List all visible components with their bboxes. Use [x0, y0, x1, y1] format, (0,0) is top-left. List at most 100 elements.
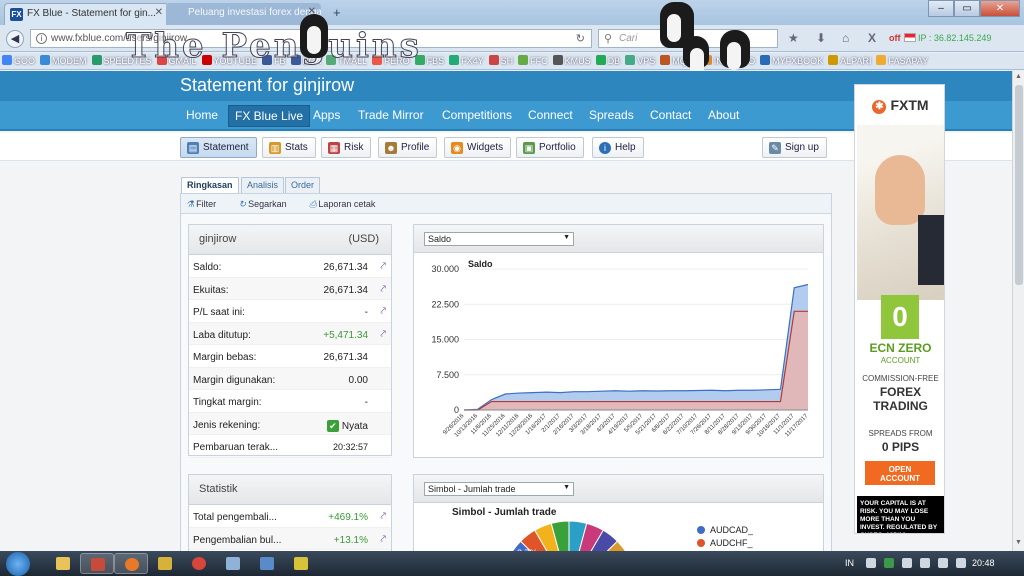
- trading-taskbar-icon[interactable]: [284, 553, 318, 574]
- profile-button[interactable]: ☻ Profile: [378, 137, 438, 158]
- close-tab-icon[interactable]: ✕: [308, 6, 316, 17]
- bookmark-item[interactable]: GMAIL: [156, 55, 197, 66]
- sign-up-button[interactable]: ✎ Sign up: [762, 137, 827, 158]
- language-indicator[interactable]: IN: [845, 558, 854, 568]
- power-icon[interactable]: [956, 558, 966, 568]
- explorer-taskbar-icon[interactable]: [46, 553, 80, 574]
- bookmark-item[interactable]: FB: [262, 55, 286, 66]
- portfolio-button[interactable]: ▣ Portfolio: [516, 137, 584, 158]
- print-report-button[interactable]: ⎙ Laporan cetak: [309, 199, 385, 209]
- bookmark-item[interactable]: FASAPAY: [876, 55, 928, 66]
- ad-spreads-text: SPREADS FROM: [868, 429, 933, 438]
- ad-account-text: ACCOUNT: [880, 356, 921, 365]
- refresh-button[interactable]: ↻ Segarkan: [239, 199, 297, 209]
- tab-order[interactable]: Order: [285, 177, 321, 193]
- minimize-icon[interactable]: –: [928, 0, 954, 17]
- nav-about[interactable]: About: [708, 108, 739, 122]
- tool-taskbar-icon[interactable]: [148, 553, 182, 574]
- home-icon[interactable]: ⌂: [842, 31, 849, 45]
- stats-button[interactable]: ▥ Stats: [262, 137, 316, 158]
- close-tab-icon[interactable]: ✕: [155, 7, 163, 18]
- bookmark-item[interactable]: FBS: [414, 55, 444, 66]
- browser-tab-peluang[interactable]: Peluang investasi forex dengan... ✕: [166, 3, 321, 25]
- statistic-row: Pengembalian bul... +13.1% ⤤: [189, 527, 391, 550]
- graph-icon[interactable]: ⤤: [380, 534, 386, 545]
- app-taskbar-icon[interactable]: [80, 553, 114, 574]
- network-icon[interactable]: [920, 558, 930, 568]
- chrome-taskbar-icon[interactable]: [182, 553, 216, 574]
- info-icon[interactable]: i: [36, 33, 47, 44]
- statement-button[interactable]: ▤ Statement: [180, 137, 257, 158]
- url-bar[interactable]: i www.fxblue.com/users/ginjirow ↻: [30, 29, 592, 48]
- bookmark-item[interactable]: KMUS: [552, 55, 591, 66]
- bookmark-favicon-icon: [552, 55, 563, 65]
- row-label: Jenis rekening:: [193, 419, 261, 431]
- nav-competitions[interactable]: Competitions: [442, 108, 512, 122]
- scroll-up-icon[interactable]: ▲: [1015, 73, 1022, 80]
- flag-icon[interactable]: [938, 558, 948, 568]
- nav-contact[interactable]: Contact: [650, 108, 691, 122]
- graph-icon[interactable]: ⤤: [380, 306, 386, 317]
- risk-button[interactable]: ▦ Risk: [321, 137, 372, 158]
- statement-toolbar: ⚗ Filter ↻ Segarkan ⎙ Laporan cetak: [181, 194, 831, 214]
- files-taskbar-icon[interactable]: [216, 553, 250, 574]
- new-tab-icon[interactable]: +: [333, 5, 341, 20]
- graph-icon[interactable]: ⤤: [380, 329, 386, 340]
- start-button[interactable]: [6, 552, 30, 576]
- network-taskbar-icon[interactable]: [250, 553, 284, 574]
- page-scrollbar[interactable]: ▲ ▼: [1012, 71, 1024, 551]
- tab-analisis[interactable]: Analisis: [241, 177, 285, 193]
- fxtm-ad[interactable]: ✱ FXTM 0 ECN ZERO ACCOUNT COMMISSION-FREE…: [854, 84, 945, 534]
- nav-trade-mirror[interactable]: Trade Mirror: [358, 108, 424, 122]
- scrollbar-thumb[interactable]: [1015, 85, 1023, 285]
- bookmark-item[interactable]: DB: [595, 55, 620, 66]
- bookmark-item[interactable]: SH: [488, 55, 513, 66]
- volume-icon[interactable]: [902, 558, 912, 568]
- browser-tab-fxblue[interactable]: FX FX Blue - Statement for gin... ✕: [4, 3, 169, 25]
- chart-type-select[interactable]: Saldo ▼: [424, 232, 574, 246]
- scroll-down-icon[interactable]: ▼: [1015, 539, 1022, 546]
- graph-icon[interactable]: ⤤: [380, 261, 386, 272]
- nav-connect[interactable]: Connect: [528, 108, 573, 122]
- bookmark-item[interactable]: PERO: [372, 55, 410, 66]
- clock[interactable]: 20:48: [972, 558, 995, 568]
- download-icon[interactable]: ⬇: [816, 31, 826, 45]
- bookmark-item[interactable]: TMALL: [326, 55, 367, 66]
- widgets-button[interactable]: ◉ Widgets: [444, 137, 512, 158]
- close-window-icon[interactable]: ✕: [980, 0, 1020, 17]
- tray-app-icon[interactable]: [884, 558, 894, 568]
- nav-spreads[interactable]: Spreads: [589, 108, 634, 122]
- bookmark-item[interactable]: SPEEDTES: [91, 55, 152, 66]
- graph-icon[interactable]: ⤤: [380, 284, 386, 295]
- indonesia-flag-icon: [904, 33, 916, 42]
- bookmark-item[interactable]: ALPARI: [828, 55, 871, 66]
- row-value: 20:32:57: [332, 442, 368, 452]
- row-label: Ekuitas:: [193, 284, 229, 296]
- y-tick-label: 30.000: [431, 264, 459, 274]
- bookmark-item[interactable]: FFC: [518, 55, 548, 66]
- bookmark-item[interactable]: FX4Y: [449, 55, 484, 66]
- firefox-taskbar-icon[interactable]: [114, 553, 148, 574]
- bookmark-star-icon[interactable]: ★: [788, 31, 799, 45]
- bookmark-item[interactable]: GOO: [2, 55, 35, 66]
- help-button[interactable]: i Help: [592, 137, 644, 158]
- nav-home[interactable]: Home: [186, 108, 218, 122]
- maximize-icon[interactable]: ▭: [954, 0, 980, 17]
- pie-type-select[interactable]: Simbol - Jumlah trade ▼: [424, 482, 574, 496]
- row-value: -: [364, 307, 368, 318]
- bookmark-item[interactable]: VPS: [625, 55, 655, 66]
- reload-icon[interactable]: ↻: [576, 32, 585, 45]
- tray-arrow-icon[interactable]: [866, 558, 876, 568]
- back-icon[interactable]: ◀: [6, 30, 24, 48]
- filter-button[interactable]: ⚗ Filter: [186, 199, 226, 209]
- tab-ringkasan[interactable]: Ringkasan: [181, 177, 239, 194]
- graph-icon[interactable]: ⤤: [380, 511, 386, 522]
- nav-apps[interactable]: Apps: [313, 108, 340, 122]
- x-addon-icon[interactable]: X: [868, 31, 876, 45]
- bookmark-item[interactable]: MODEM: [40, 55, 87, 66]
- bookmark-item[interactable]: BCA: [290, 55, 321, 66]
- nav-fx-blue-live[interactable]: FX Blue Live: [228, 105, 311, 127]
- open-account-button[interactable]: OPEN ACCOUNT: [865, 461, 935, 485]
- bookmark-item[interactable]: YOUTUBE: [201, 55, 257, 66]
- bookmark-item[interactable]: MYFXBOOK: [760, 55, 823, 66]
